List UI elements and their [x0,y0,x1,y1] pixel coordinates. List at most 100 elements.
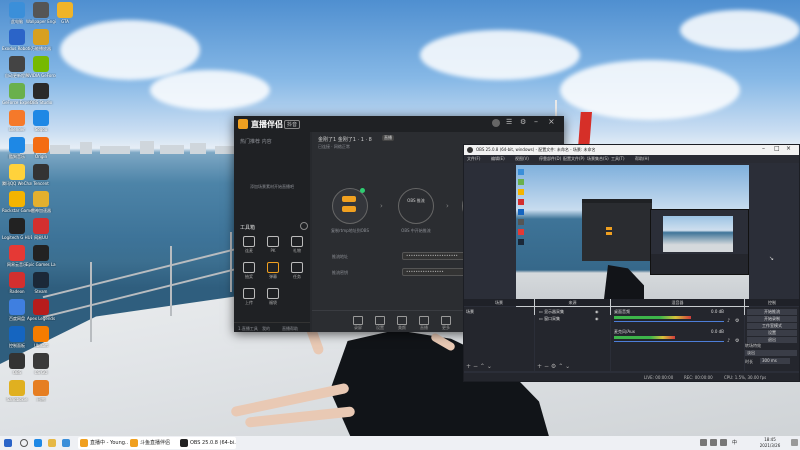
volume-slider[interactable] [614,321,724,322]
taskbar-app[interactable]: OBS 25.0.8 (64-bi... [178,437,236,449]
bottom-tool[interactable]: 美颜 [392,316,412,331]
desktop-icon[interactable]: 迅雷 [26,380,56,402]
remove-icon[interactable]: − [473,363,478,370]
settings-icon[interactable]: ⚙ [520,118,526,126]
desktop-icon[interactable]: GTA [50,2,80,24]
down-icon[interactable]: ⌄ [565,363,570,370]
tool-item[interactable]: PK [262,236,284,253]
footer-item[interactable]: 直播帮助 [282,326,298,332]
live-titlebar[interactable]: 直播伴侣 抖音 ☰ ⚙ – × [234,116,564,132]
gear-icon[interactable]: ⚙ [551,363,556,370]
resize-arrow-icon: ↘ [769,255,775,262]
obs-control-button[interactable]: 设置 [747,330,797,336]
obs-control-button[interactable]: 工作室模式 [747,323,797,329]
minimize-icon[interactable]: – [534,117,538,126]
desktop-icon[interactable]: Origin [26,137,56,159]
app-icon [33,110,49,126]
desktop-icon[interactable]: Steam [26,272,56,294]
obs-menu-item[interactable]: 停靠部件(D) [539,156,561,162]
start-windows-icon[interactable] [4,439,12,447]
obs-menu-item[interactable]: 文件(F) [467,156,480,162]
obs-titlebar[interactable]: OBS 25.0.8 (64-bit, windows) - 配置文件: 未命名… [464,145,799,155]
desktop-icon-label: 迅雷 [37,397,45,402]
avatar[interactable] [492,119,500,127]
tool-item[interactable]: 任务 [286,262,308,280]
desktop-icon[interactable]: Tencent [26,164,56,186]
flow-node-name: OBS 推流 [407,198,425,203]
close-icon[interactable]: × [786,145,791,152]
volume-slider[interactable] [614,341,724,342]
tool-item[interactable]: 抽奖 [238,262,260,280]
bottom-tool[interactable]: 更多 [436,316,456,331]
source-item[interactable]: ▭ 显示器采集 [539,309,564,315]
desktop-icon[interactable]: CS GO [26,353,56,375]
desktop-icon[interactable]: Epic Games Launcher [26,245,56,267]
desktop-icon[interactable]: 雷神加速器 [26,191,56,213]
flow-node-2[interactable] [398,188,434,224]
tool-item[interactable]: 礼物 [286,236,308,254]
obs-window[interactable]: OBS 25.0.8 (64-bit, windows) - 配置文件: 未命名… [463,144,800,382]
bottom-tool[interactable]: 设置 [370,316,390,331]
maximize-icon[interactable]: □ [774,145,780,152]
obs-control-button[interactable]: 开始录制 [747,316,797,322]
visibility-icon[interactable]: ◉ [595,309,599,314]
add-icon[interactable]: + [537,363,542,370]
remove-icon[interactable]: − [544,363,549,370]
desktop-icon[interactable]: Sogou [26,110,56,132]
visibility-icon[interactable]: ◉ [595,316,599,321]
ime-indicator[interactable]: 中 [732,439,737,446]
menu-icon[interactable]: ☰ [506,118,512,126]
cpu-status: CPU: 1.5%, 30.00 fps [724,375,767,380]
desktop-icon[interactable]: Ubisoft [26,326,56,348]
bottom-tool[interactable]: 直播 [414,316,434,331]
desktop-icon[interactable]: OBS Studio [26,83,56,105]
desktop-icon[interactable]: 万能播放器 [26,29,56,51]
desktop-icon[interactable]: NVIDIA GeForce [26,56,56,78]
app-icon [9,29,25,45]
transition-select[interactable]: 淡出 [745,350,797,356]
tools-more-icon[interactable] [300,222,308,230]
obs-menu-item[interactable]: 工具(T) [611,156,625,162]
add-icon[interactable]: + [466,363,471,370]
tray-icon[interactable] [700,439,707,446]
scene-item[interactable]: 场景 [466,309,474,315]
gear-icon[interactable]: ⚙ [735,338,739,344]
platform-tag[interactable]: 抖音 [284,120,301,129]
app-icon [33,137,49,153]
duration-field[interactable]: 300 ms [760,358,790,364]
footer-item[interactable]: 1.直播工具 [238,326,258,332]
down-icon[interactable]: ⌄ [487,363,492,370]
speaker-icon[interactable]: ♪ [727,338,730,344]
close-icon[interactable]: × [548,117,555,126]
tool-item[interactable]: 连麦 [238,236,260,254]
obs-preview-canvas[interactable] [516,165,749,315]
edge-icon[interactable] [34,439,42,447]
store-icon[interactable] [62,439,70,447]
desktop-icon[interactable]: Apex Legends [26,299,56,321]
notification-icon[interactable] [791,439,798,446]
network-icon[interactable] [710,439,717,446]
obs-menu-item[interactable]: 视图(V) [515,156,529,162]
source-item[interactable]: ▭ 窗口采集 [539,316,560,322]
bottom-tool[interactable]: 录屏 [348,316,368,331]
obs-menu-item[interactable]: 场景集合(S) [587,156,609,162]
obs-control-button[interactable]: 开始推流 [747,309,797,315]
obs-menu-item[interactable]: 帮助(H) [635,156,649,162]
up-icon[interactable]: ⌃ [480,363,485,370]
footer-item[interactable]: 我的 [262,326,270,332]
minimize-icon[interactable]: – [762,145,765,152]
tool-item[interactable]: 上传 [238,288,260,306]
tool-item[interactable]: 福袋 [262,288,284,306]
clock[interactable]: 18:45 2021/3/26 [752,437,788,449]
obs-menu-item[interactable]: 配置文件(P) [563,156,585,162]
obs-menu-item[interactable]: 编辑(E) [491,156,505,162]
gear-icon[interactable]: ⚙ [735,318,739,324]
desktop-icon[interactable]: 网易UU [26,218,56,240]
search-icon[interactable] [20,439,28,447]
speaker-icon[interactable]: ♪ [727,318,730,324]
up-icon[interactable]: ⌃ [558,363,563,370]
tool-item[interactable]: 弹幕 [262,262,284,280]
volume-icon[interactable] [720,439,727,446]
obs-logo-icon [467,147,473,153]
file-explorer-icon[interactable] [48,439,56,447]
